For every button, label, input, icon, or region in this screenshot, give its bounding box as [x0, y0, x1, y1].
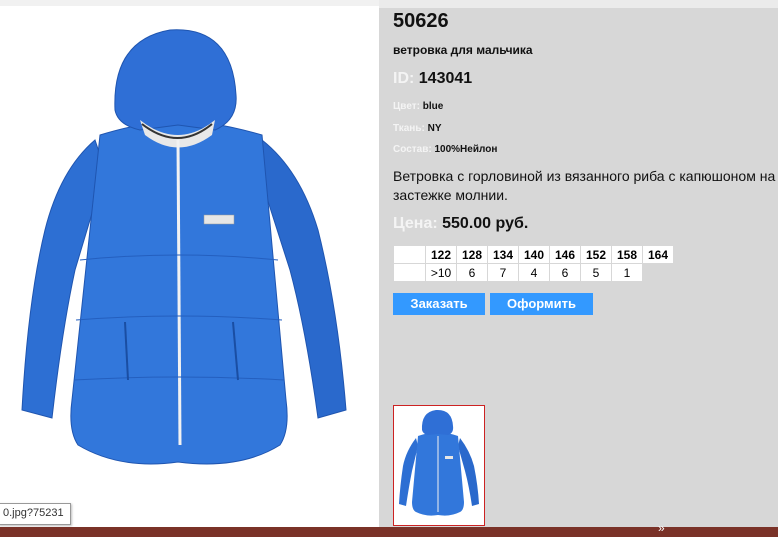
jacket-main-image[interactable] — [0, 0, 379, 527]
id-label: ID: — [393, 70, 415, 87]
size-cell: 164 — [642, 245, 674, 264]
sizes-table: 122 128 134 140 146 152 158 164 >10 6 7 … — [393, 245, 674, 282]
product-description: Ветровка с горловиной из вязанного риба … — [393, 168, 776, 203]
size-cell: 134 — [487, 245, 519, 264]
composition-label: Состав: — [393, 144, 432, 155]
count-cell — [393, 263, 426, 282]
color-label: Цвет: — [393, 101, 420, 112]
sizes-count-row: >10 6 7 4 6 5 1 — [393, 263, 674, 282]
size-cell: 128 — [456, 245, 488, 264]
composition-value: 100%Нейлон — [434, 144, 498, 155]
attr-fabric: Ткань: NY — [393, 123, 442, 134]
jacket-thumbnail-image — [399, 409, 479, 516]
sizes-header-row: 122 128 134 140 146 152 158 164 — [393, 245, 674, 264]
product-price: Цена: 550.00 руб. — [393, 215, 528, 233]
count-cell: 7 — [487, 263, 519, 282]
id-value: 143041 — [418, 70, 473, 87]
fabric-label: Ткань: — [393, 123, 425, 134]
product-id: ID: 143041 — [393, 70, 472, 88]
count-cell: 4 — [518, 263, 550, 282]
order-button[interactable]: Заказать — [393, 293, 485, 315]
checkout-button[interactable]: Оформить — [490, 293, 593, 315]
image-url-tooltip: 0.jpg?75231 — [0, 503, 71, 525]
bottom-bar: » — [0, 521, 778, 537]
top-strip-right — [379, 0, 778, 8]
size-cell: 122 — [425, 245, 457, 264]
size-cell: 140 — [518, 245, 550, 264]
price-label: Цена: — [393, 215, 438, 232]
price-value: 550.00 руб. — [442, 215, 529, 232]
double-chevron-icon: » — [658, 521, 665, 535]
product-info-panel: 50626 ветровка для мальчика ID: 143041 Ц… — [379, 0, 778, 527]
color-value: blue — [422, 101, 444, 112]
count-cell: 1 — [611, 263, 643, 282]
fabric-value: NY — [427, 123, 442, 134]
size-cell: 152 — [580, 245, 612, 264]
count-cell: 5 — [580, 263, 612, 282]
size-cell — [393, 245, 426, 264]
count-cell — [642, 263, 674, 282]
count-cell: 6 — [549, 263, 581, 282]
size-cell: 146 — [549, 245, 581, 264]
count-cell: >10 — [425, 263, 457, 282]
attr-composition: Состав: 100%Нейлон — [393, 144, 497, 155]
attr-color: Цвет: blue — [393, 101, 443, 112]
product-article: 50626 — [393, 10, 449, 32]
product-name: ветровка для мальчика — [393, 43, 533, 57]
count-cell: 6 — [456, 263, 488, 282]
product-thumbnail[interactable] — [393, 405, 485, 526]
main-product-image-panel: 0.jpg?75231 — [0, 0, 379, 527]
size-cell: 158 — [611, 245, 643, 264]
